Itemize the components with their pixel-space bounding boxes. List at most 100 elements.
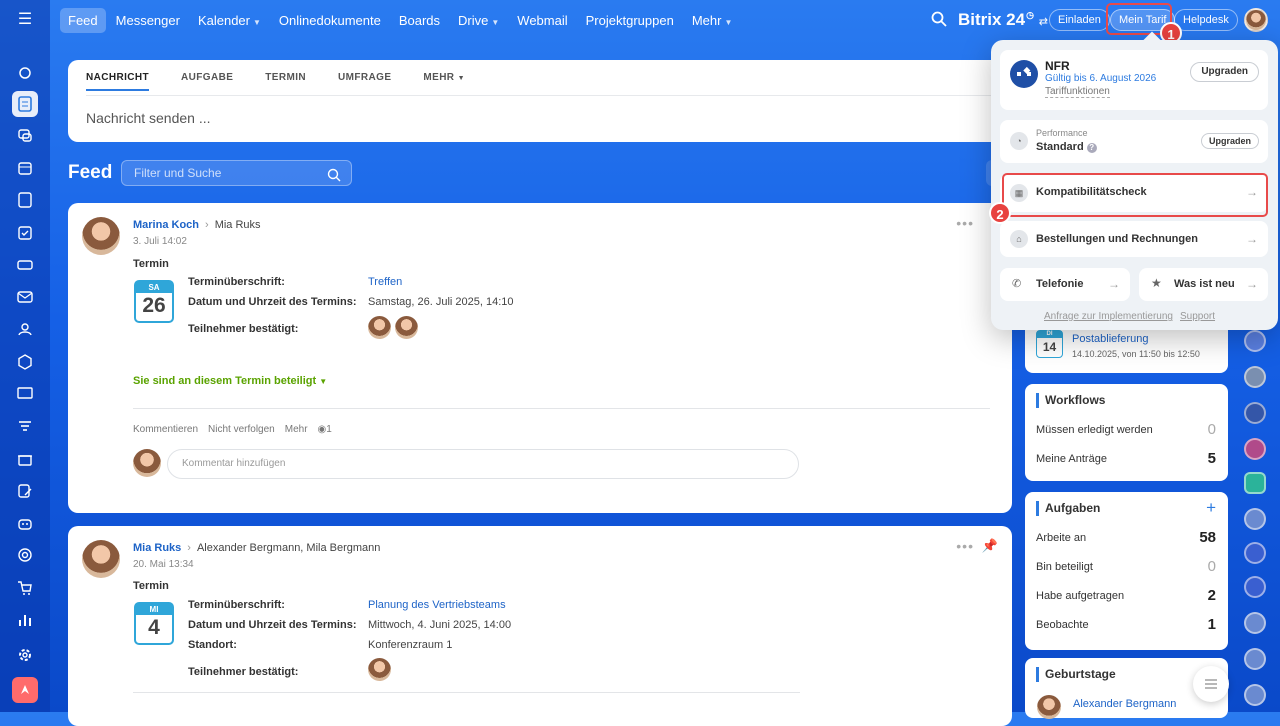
recipient-names[interactable]: Alexander Bergmann, Mila Bergmann [197, 542, 380, 554]
arrow-right-icon: → [1108, 277, 1120, 291]
groups-icon[interactable] [12, 316, 38, 342]
more-icon[interactable]: ••• [956, 215, 974, 231]
counter-row[interactable]: Meine Anträge 5 [1036, 450, 1216, 467]
participant-avatar[interactable] [395, 316, 418, 339]
cart-icon[interactable] [12, 575, 38, 601]
hexagon-icon[interactable] [12, 349, 38, 375]
author-avatar[interactable] [82, 217, 120, 255]
participation-status[interactable]: Sie sind an diesem Termin beteiligt ▼ [133, 375, 327, 387]
invite-button[interactable]: Einladen [1049, 9, 1110, 31]
tab-more[interactable]: MEHR ▼ [423, 72, 465, 91]
documents-icon[interactable] [12, 187, 38, 213]
sign-icon[interactable] [12, 478, 38, 504]
recipient-name[interactable]: Mia Ruks [215, 219, 261, 231]
chat-avatar[interactable] [1244, 684, 1266, 706]
nav-calendar[interactable]: Kalender ▼ [190, 8, 269, 33]
chat-avatar[interactable] [1244, 576, 1266, 598]
implementation-link[interactable]: Anfrage zur Implementierung [1044, 311, 1173, 322]
add-icon[interactable]: + [1206, 498, 1216, 518]
birthday-person[interactable]: Alexander Bergmann [1073, 698, 1176, 710]
person-avatar[interactable] [1037, 695, 1061, 719]
settings-icon[interactable] [12, 642, 38, 668]
post-date[interactable]: 20. Mai 13:34 [133, 559, 194, 570]
participant-avatar[interactable] [368, 316, 391, 339]
nav-boards[interactable]: Boards [391, 8, 448, 33]
plan-name: NFR [1045, 59, 1070, 73]
brand-logo[interactable]: Bitrix 24◷ ⇄ [958, 10, 1048, 30]
nav-drive[interactable]: Drive ▼ [450, 8, 507, 33]
event-title[interactable]: Postablieferung [1072, 333, 1148, 345]
chat-avatar[interactable] [1244, 542, 1266, 564]
pulse-icon[interactable] [12, 60, 38, 86]
chat-avatar[interactable] [1244, 366, 1266, 388]
post-date[interactable]: 3. Juli 14:02 [133, 236, 187, 247]
author-name[interactable]: Mia Ruks [133, 542, 181, 554]
counter-row[interactable]: Beobachte 1 [1036, 616, 1216, 633]
tab-message[interactable]: NACHRICHT [86, 72, 150, 91]
nav-webmail[interactable]: Webmail [509, 8, 575, 33]
unfollow-link[interactable]: Nicht verfolgen [208, 424, 275, 435]
chat-avatar[interactable] [1244, 438, 1266, 460]
swap-icon[interactable]: ⇄ [1039, 16, 1048, 28]
counter-row[interactable]: Habe aufgetragen 2 [1036, 587, 1216, 604]
plan-features-link[interactable]: Tariffunktionen [1045, 86, 1110, 98]
telephony-item[interactable]: ✆ Telefonie → [1000, 268, 1130, 301]
event-title-link[interactable]: Treffen [368, 276, 402, 288]
chat-icon[interactable] [12, 123, 38, 149]
feed-icon[interactable] [12, 91, 38, 117]
chat-avatar[interactable] [1244, 648, 1266, 670]
more-link[interactable]: Mehr [285, 424, 308, 435]
counter-value: 2 [1207, 587, 1216, 604]
top-navigation: Feed Messenger Kalender ▼ Onlinedokumente… [60, 0, 742, 40]
chat-avatar[interactable] [1244, 402, 1266, 424]
author-avatar[interactable] [82, 540, 120, 578]
user-avatar[interactable] [1244, 8, 1268, 32]
list-icon[interactable] [1193, 666, 1229, 702]
counter-row[interactable]: Arbeite an 58 [1036, 529, 1216, 546]
more-icon[interactable]: ••• [956, 538, 974, 554]
nav-projects[interactable]: Projektgruppen [578, 8, 682, 33]
participant-avatar[interactable] [368, 658, 391, 681]
store-icon[interactable] [12, 446, 38, 472]
robot-icon[interactable] [12, 510, 38, 536]
search-icon[interactable] [931, 11, 947, 30]
filter-icon[interactable] [12, 413, 38, 439]
comment-input[interactable]: Kommentar hinzufügen [167, 449, 799, 479]
counter-row[interactable]: Bin beteiligt 0 [1036, 558, 1216, 575]
whats-new-item[interactable]: ★ Was ist neu → [1139, 268, 1268, 301]
tab-event[interactable]: TERMIN [265, 72, 306, 91]
search-input[interactable]: Filter und Suche [121, 160, 352, 186]
menu-icon[interactable]: ☰ [15, 12, 35, 28]
calendar-icon[interactable] [12, 155, 38, 181]
nav-feed[interactable]: Feed [60, 7, 106, 33]
chevron-right-icon: › [187, 542, 191, 554]
nav-messenger[interactable]: Messenger [108, 8, 188, 33]
tasks-icon[interactable] [12, 220, 38, 246]
mail-icon[interactable] [12, 284, 38, 310]
author-name[interactable]: Marina Koch [133, 219, 199, 231]
helpdesk-button[interactable]: Helpdesk [1174, 9, 1238, 31]
analytics-icon[interactable] [12, 607, 38, 633]
crm-icon[interactable] [12, 252, 38, 278]
chat-avatar[interactable] [1244, 330, 1266, 352]
nav-more[interactable]: Mehr ▼ [684, 8, 741, 33]
tab-poll[interactable]: UMFRAGE [338, 72, 391, 91]
event-title-link[interactable]: Planung des Vertriebsteams [368, 599, 506, 611]
target-icon[interactable] [12, 542, 38, 568]
message-input[interactable]: Nachricht senden ... [86, 110, 211, 126]
nav-onlinedocs[interactable]: Onlinedokumente [271, 8, 389, 33]
orders-item[interactable]: ⌂ Bestellungen und Rechnungen → [1000, 221, 1268, 257]
upgrade-button[interactable]: Upgraden [1190, 62, 1259, 82]
chat-avatar[interactable] [1244, 612, 1266, 634]
chat-avatar[interactable] [1244, 508, 1266, 530]
counter-row[interactable]: Müssen erledigt werden 0 [1036, 421, 1216, 438]
rocket-icon[interactable] [12, 677, 38, 703]
support-link[interactable]: Support [1180, 311, 1215, 322]
tab-task[interactable]: AUFGABE [181, 72, 233, 91]
presentation-icon[interactable] [12, 381, 38, 407]
chat-avatar[interactable] [1244, 472, 1266, 494]
help-icon[interactable]: ? [1086, 143, 1097, 153]
pin-icon[interactable]: 📌 [982, 538, 998, 554]
comment-link[interactable]: Kommentieren [133, 424, 198, 435]
performance-upgrade-button[interactable]: Upgraden [1200, 133, 1259, 149]
